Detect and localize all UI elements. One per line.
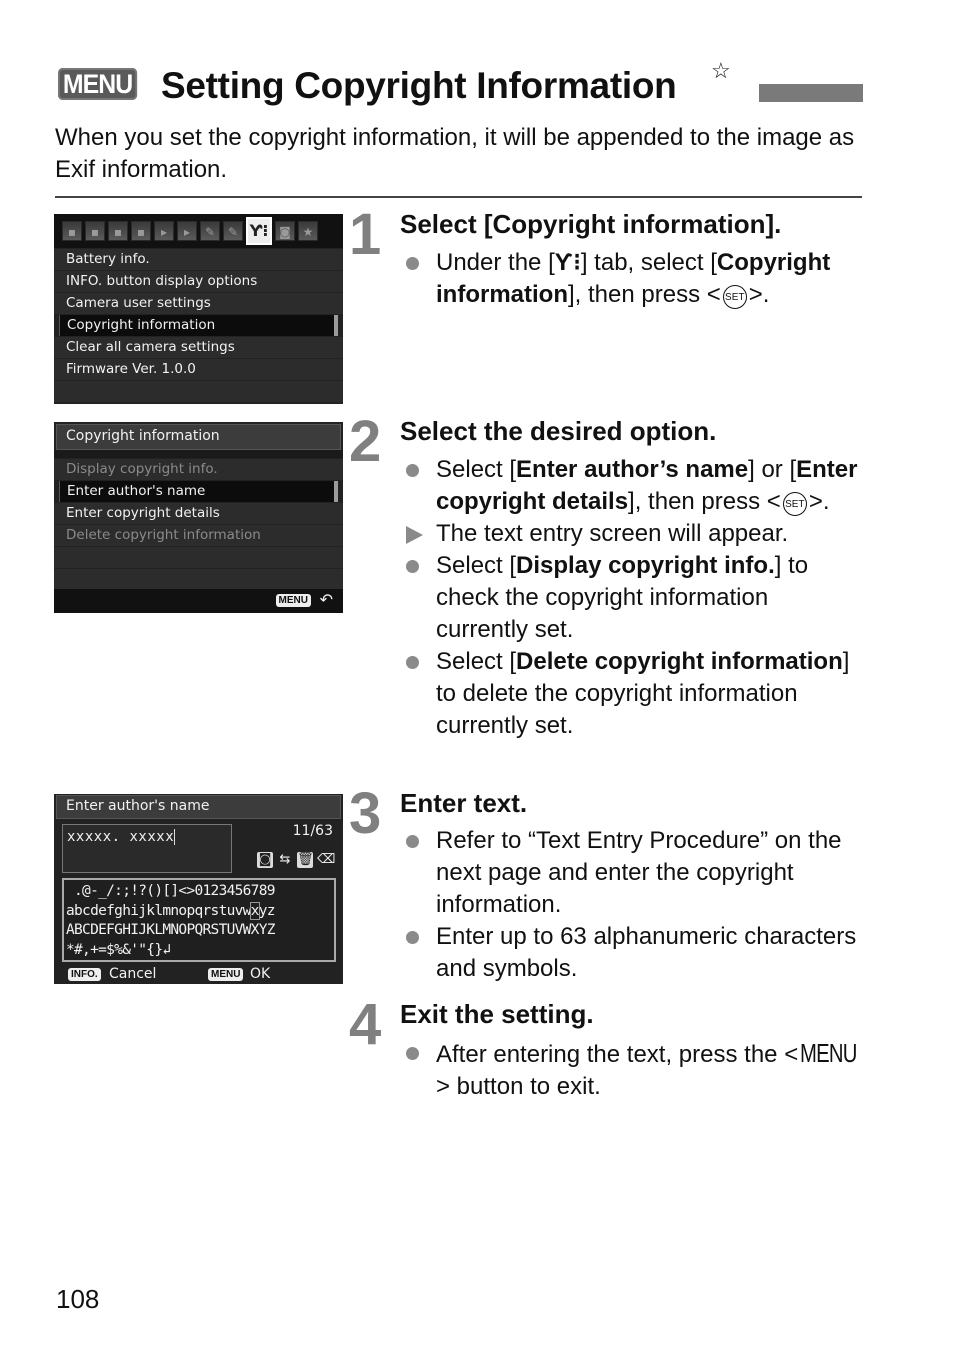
my-menu-icon[interactable]: ★ [298, 221, 318, 241]
step-1-bullets: Under the [Ƴ⁝] tab, select [Copyright in… [404, 247, 864, 311]
result-arrow-icon [406, 526, 423, 544]
bullet-dot-icon [406, 656, 419, 669]
camera-screen-copyright-menu: Copyright information Display copyright … [54, 422, 343, 613]
playback-2-icon[interactable]: ▸ [177, 221, 197, 241]
shooting-4-icon[interactable]: ▪ [131, 221, 151, 241]
shooting-1-icon[interactable]: ▪ [62, 221, 82, 241]
advanced-star-icon: ☆ [711, 58, 731, 83]
bullet-dot-icon [406, 1047, 419, 1060]
step-number: 2 [349, 409, 382, 474]
delete-icon: 🗑︎ [297, 852, 314, 868]
menu-row-empty [54, 569, 343, 590]
menu-tabs: ▪ ▪ ▪ ▪ ▸ ▸ ✎ ✎ Ƴ⁝ ◙ ★ [54, 214, 343, 248]
menu-button-icon: MENU [800, 1038, 857, 1068]
ok-label: OK [250, 966, 271, 982]
shooting-3-icon[interactable]: ▪ [108, 221, 128, 241]
setup-tab-icon: Ƴ⁝ [554, 249, 581, 276]
bullet-item: Refer to “Text Entry Procedure” on the n… [404, 825, 864, 921]
bullet-item: Select [Delete copyright information] to… [404, 646, 864, 742]
menu-item: Delete copyright information [54, 525, 343, 546]
bullet-item: Enter up to 63 alphanumeric characters a… [404, 921, 864, 985]
set-button-icon: SET [722, 285, 747, 309]
camera-screen-text-entry: Enter author's name xxxxx. xxxxx 11/63 ◙… [54, 794, 343, 984]
intro-text: When you set the copyright information, … [55, 124, 855, 183]
step-2-bullets: Select [Enter author’s name] or [Enter c… [404, 454, 864, 742]
menu-item[interactable]: Battery info. [54, 249, 343, 270]
setup-3-icon[interactable]: Ƴ⁝ [246, 217, 272, 245]
camera-screen-setup-menu: ▪ ▪ ▪ ▪ ▸ ▸ ✎ ✎ Ƴ⁝ ◙ ★ Battery info. INFO. button d… [54, 214, 343, 404]
menu-item[interactable]: INFO. button display options [54, 271, 343, 292]
result-item: The text entry screen will appear. [404, 518, 864, 550]
bullet-item: Under the [Ƴ⁝] tab, select [Copyright in… [404, 247, 864, 311]
setup-1-icon[interactable]: ✎ [200, 221, 220, 241]
menu-item[interactable]: Copyright information [59, 315, 338, 336]
custom-functions-icon[interactable]: ◙ [275, 221, 295, 241]
step-4-bullets: After entering the text, press the <MENU… [404, 1037, 864, 1103]
delete-all-icon: ⌫ [317, 852, 336, 867]
step-number: 4 [349, 992, 382, 1057]
menu-item: Display copyright info. [54, 459, 343, 480]
menu-button-icon: MENU [275, 594, 311, 607]
menu-row-empty [54, 547, 343, 568]
author-name-input[interactable]: xxxxx. xxxxx [62, 824, 232, 873]
menu-button-icon: MENU [208, 968, 244, 981]
magnify-icon: ◙ [257, 852, 273, 868]
info-button-icon: INFO. [68, 968, 101, 981]
selected-character[interactable]: x [249, 901, 260, 920]
menu-item[interactable]: Enter copyright details [54, 503, 343, 524]
bullet-dot-icon [406, 560, 419, 573]
step-title: Select the desired option. [400, 416, 717, 446]
palette-row: .@-_/:;!?()[]<>0123456789 [66, 883, 275, 899]
set-button-icon: SET [782, 492, 807, 516]
divider [55, 196, 862, 198]
bullet-dot-icon [406, 464, 419, 477]
edit-icons: ◙ ⇆ 🗑︎ ⌫ [257, 852, 336, 868]
step-number: 1 [349, 202, 382, 267]
step-number: 3 [349, 781, 382, 846]
bullet-item: Select [Display copyright info.] to chec… [404, 550, 864, 646]
palette-row: ABCDEFGHIJKLMNOPQRSTUVWXYZ [66, 922, 275, 938]
cancel-label: Cancel [109, 966, 157, 982]
step-3-bullets: Refer to “Text Entry Procedure” on the n… [404, 825, 864, 985]
setup-2-icon[interactable]: ✎ [223, 221, 243, 241]
menu-item[interactable]: Clear all camera settings [54, 337, 343, 358]
screen-footer: MENU ↶ [54, 589, 343, 613]
character-palette[interactable]: .@-_/:;!?()[]<>0123456789 abcdefghijklmn… [62, 878, 336, 962]
page-title: Setting Copyright Information [161, 65, 677, 106]
menu-item[interactable]: Enter author's name [59, 481, 338, 502]
bullet-item: Select [Enter author’s name] or [Enter c… [404, 454, 864, 518]
menu-item[interactable]: Camera user settings [54, 293, 343, 314]
shooting-2-icon[interactable]: ▪ [85, 221, 105, 241]
step-title: Enter text. [400, 788, 528, 818]
bullet-dot-icon [406, 835, 419, 848]
bullet-dot-icon [406, 931, 419, 944]
palette-row: *#,+=$%&'"{}↲ [66, 941, 171, 958]
playback-1-icon[interactable]: ▸ [154, 221, 174, 241]
step-title: Exit the setting. [400, 999, 594, 1029]
section-bar [759, 84, 863, 102]
text-cursor [174, 829, 176, 845]
menu-item[interactable]: Firmware Ver. 1.0.0 [54, 359, 343, 380]
return-icon: ↶ [319, 590, 333, 609]
palette-row: abcdefghijklmnopqrstuvwxyz [66, 901, 275, 920]
screen-title: Enter author's name [56, 795, 341, 819]
bullet-dot-icon [406, 257, 419, 270]
page-number: 108 [56, 1284, 100, 1314]
switch-field-icon: ⇆ [279, 852, 291, 867]
bullet-item: After entering the text, press the <MENU… [404, 1037, 864, 1103]
title-row: MENU Setting Copyright Information ☆ [56, 58, 864, 108]
spacer [54, 450, 343, 458]
screen-footer: INFO. Cancel MENU OK [54, 965, 343, 984]
screen-title: Copyright information [56, 424, 341, 450]
step-title: Select [Copyright information]. [400, 209, 782, 239]
menu-badge: MENU [58, 68, 138, 100]
character-count: 11/63 [292, 823, 333, 839]
input-value: xxxxx. xxxxx [67, 829, 175, 845]
menu-row-empty [54, 381, 343, 402]
